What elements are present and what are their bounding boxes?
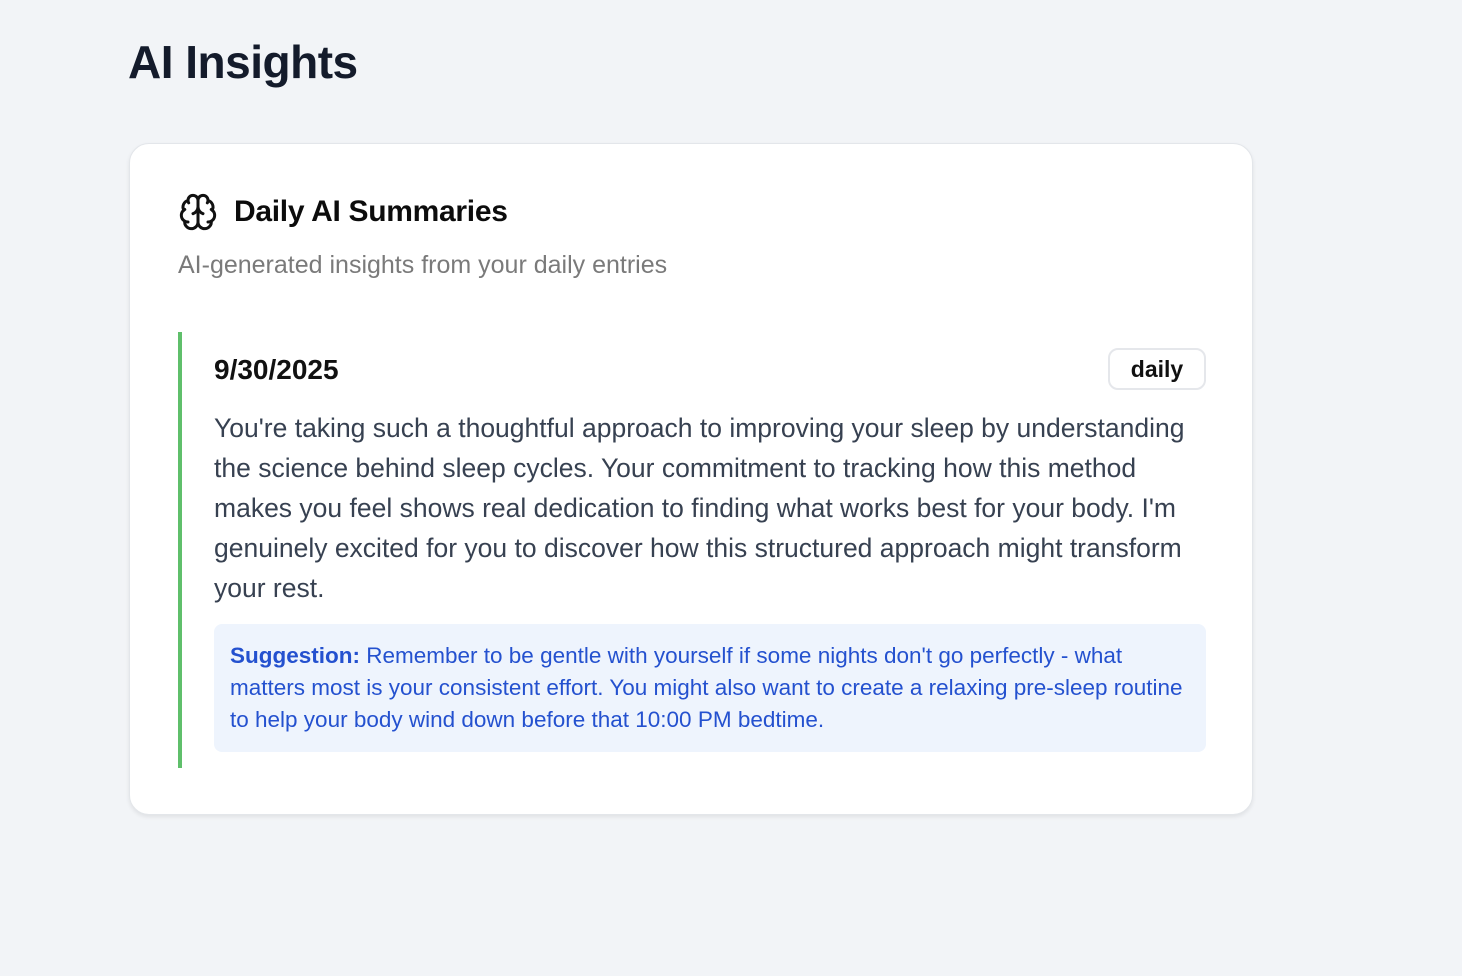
card-title: Daily AI Summaries bbox=[234, 195, 508, 228]
suggestion-box: Suggestion: Remember to be gentle with y… bbox=[214, 624, 1206, 752]
entry-date: 9/30/2025 bbox=[214, 354, 339, 385]
entry-summary-text: You're taking such a thoughtful approach… bbox=[214, 413, 1185, 603]
card-subtitle: AI-generated insights from your daily en… bbox=[178, 251, 668, 279]
page: AI Insights Daily AI Summaries AI-genera… bbox=[0, 0, 1462, 976]
entry-type-badge: daily bbox=[1108, 348, 1206, 390]
brain-icon bbox=[178, 192, 218, 232]
summary-entry: 9/30/2025 daily You're taking such a tho… bbox=[178, 332, 1206, 768]
daily-summaries-card: Daily AI Summaries AI-generated insights… bbox=[129, 143, 1253, 815]
suggestion-text: Remember to be gentle with yourself if s… bbox=[230, 643, 1183, 732]
page-title: AI Insights bbox=[128, 36, 358, 88]
card-header: Daily AI Summaries bbox=[178, 192, 508, 232]
suggestion-label: Suggestion: bbox=[230, 643, 360, 668]
